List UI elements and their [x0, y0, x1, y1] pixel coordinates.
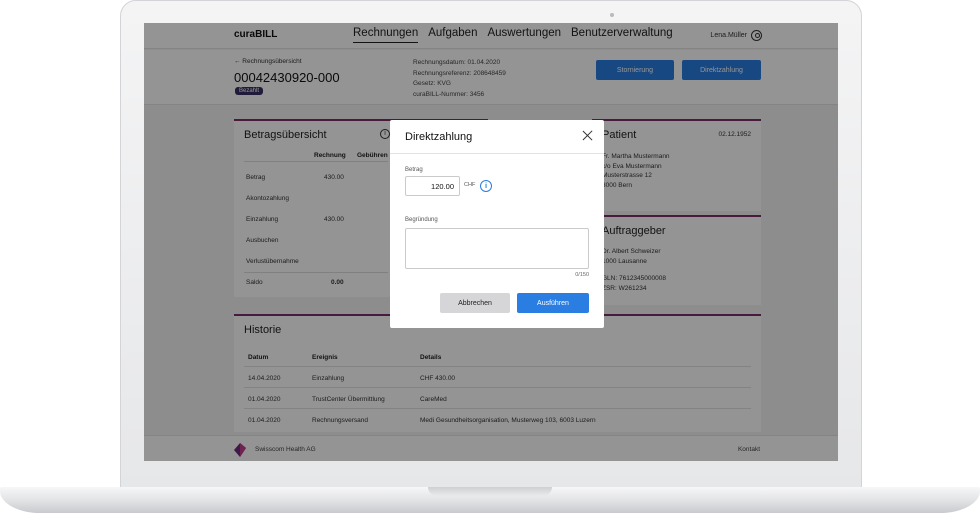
- info-icon[interactable]: i: [480, 180, 492, 192]
- currency-label: CHF: [464, 182, 476, 188]
- reason-label: Begründung: [405, 217, 438, 223]
- dialog-title: Direktzahlung: [405, 131, 473, 143]
- cancel-button[interactable]: Abbrechen: [440, 293, 510, 313]
- amount-input[interactable]: [405, 176, 460, 196]
- execute-button[interactable]: Ausführen: [517, 293, 589, 313]
- direktzahlung-dialog: Direktzahlung Betrag CHF i Begründung 0/…: [390, 120, 604, 328]
- laptop-notch: [428, 487, 552, 496]
- dialog-divider: [390, 153, 604, 154]
- reason-textarea[interactable]: [405, 228, 589, 269]
- app-screen: curaBILL Rechnungen Aufgaben Auswertunge…: [144, 23, 838, 461]
- camera-dot: [610, 13, 614, 17]
- char-counter: 0/150: [575, 272, 589, 278]
- close-icon[interactable]: [581, 129, 594, 142]
- amount-label: Betrag: [405, 167, 423, 173]
